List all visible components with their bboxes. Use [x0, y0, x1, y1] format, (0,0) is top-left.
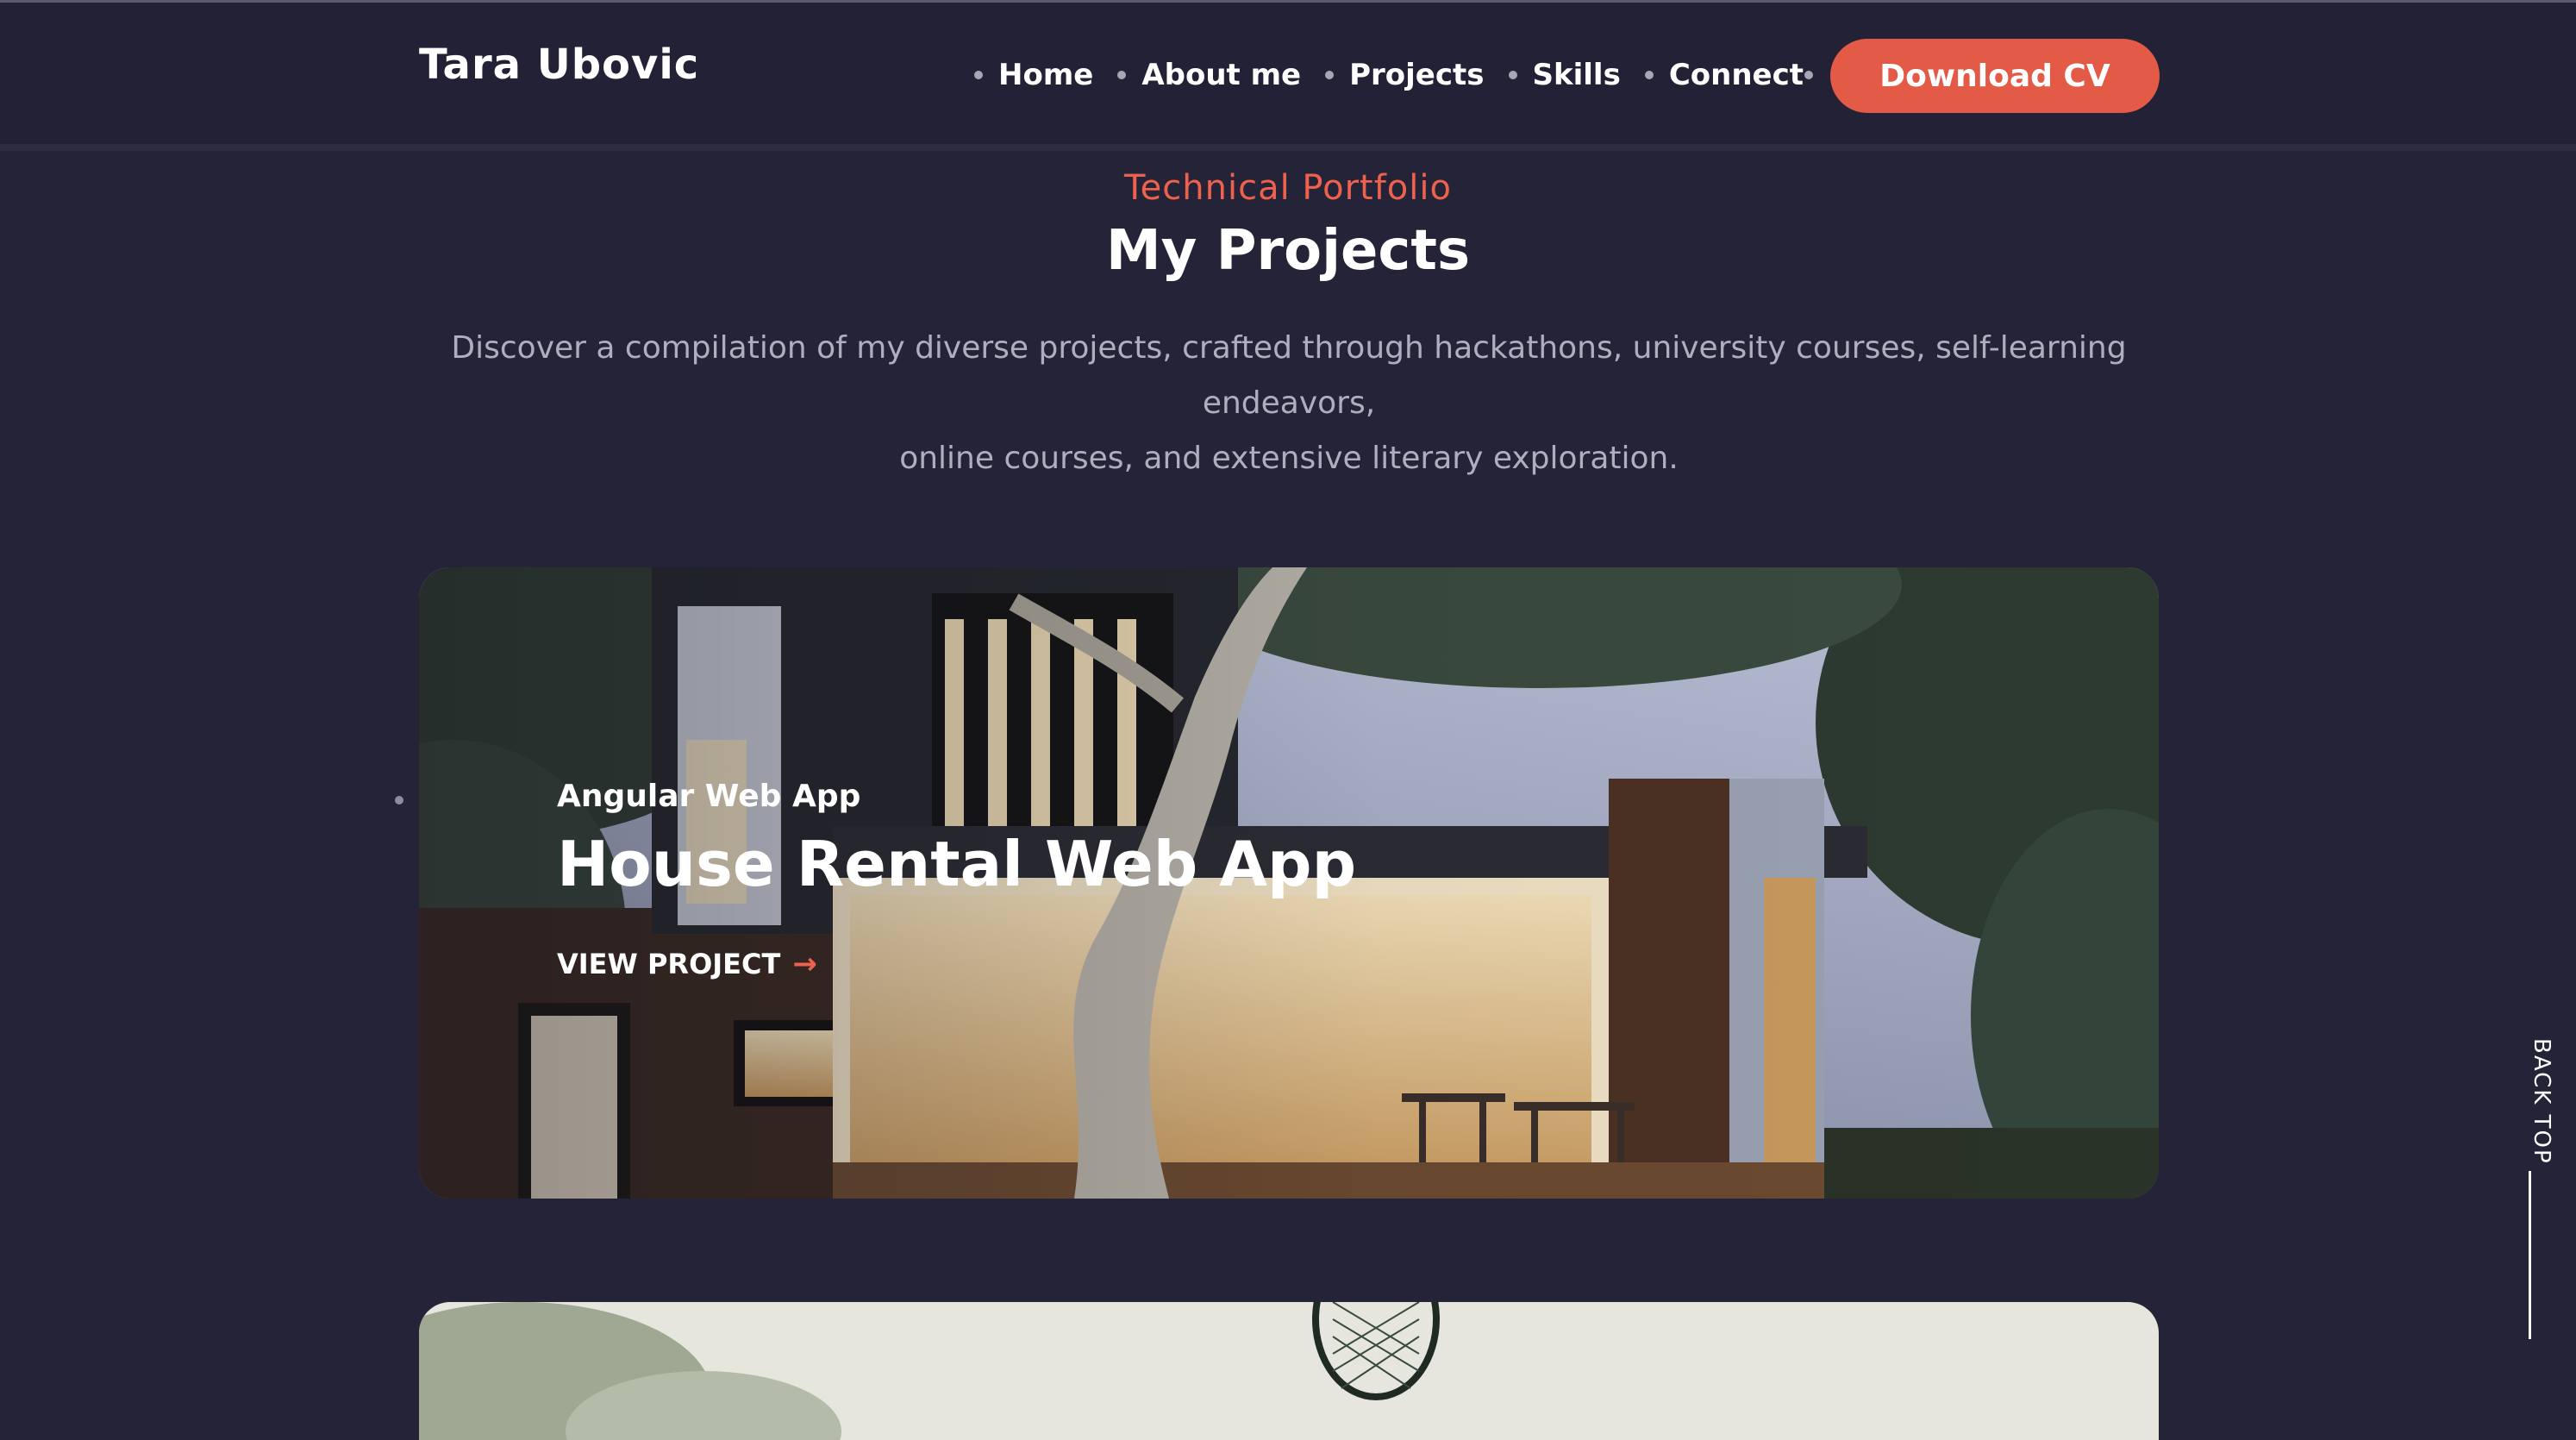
- nav-label: Skills: [1532, 58, 1621, 92]
- nav-item-skills[interactable]: Skills: [1508, 58, 1621, 92]
- nav-item-about[interactable]: About me: [1117, 58, 1301, 92]
- intro-line: online courses, and extensive literary e…: [899, 441, 1679, 476]
- project-category: Angular Web App: [557, 779, 861, 814]
- section-eyebrow: Technical Portfolio: [1124, 168, 1452, 208]
- bullet-icon: [1325, 71, 1335, 79]
- nav-label: Connect: [1668, 58, 1804, 92]
- project-title: House Rental Web App: [557, 828, 1357, 900]
- main-nav: Home About me Projects Skills Connect: [974, 53, 1828, 97]
- back-to-top-label: BACK TOP: [2529, 1038, 2554, 1165]
- bullet-icon: [1644, 71, 1654, 79]
- section-intro: Discover a compilation of my diverse pro…: [419, 321, 2159, 486]
- project-card[interactable]: [419, 1302, 2159, 1440]
- nav-item-home[interactable]: Home: [974, 58, 1093, 92]
- nav-item-connect[interactable]: Connect: [1644, 58, 1804, 92]
- view-project-link[interactable]: VIEW PROJECT →: [557, 947, 817, 981]
- carousel-dot[interactable]: [395, 796, 403, 805]
- nav-item-projects[interactable]: Projects: [1325, 58, 1485, 92]
- back-to-top-line: [2529, 1171, 2531, 1339]
- arrow-right-icon: →: [792, 947, 817, 981]
- tennis-racket-photo: [419, 1302, 2159, 1440]
- nav-label: About me: [1141, 58, 1302, 92]
- view-project-label: VIEW PROJECT: [557, 948, 781, 980]
- project-card[interactable]: Angular Web App House Rental Web App VIE…: [419, 567, 2159, 1199]
- bullet-icon: [1508, 71, 1517, 79]
- brand-logo[interactable]: Tara Ubovic: [419, 41, 699, 89]
- intro-line: Discover a compilation of my diverse pro…: [451, 330, 2127, 421]
- bullet-icon: [1117, 71, 1127, 79]
- nav-label: Projects: [1349, 58, 1485, 92]
- bullet-icon: [974, 71, 983, 79]
- page-title: My Projects: [1105, 219, 1471, 283]
- nav-label: Home: [998, 58, 1094, 92]
- download-cv-button[interactable]: Download CV: [1830, 39, 2160, 113]
- navbar: Tara Ubovic Home About me Projects Skill…: [0, 3, 2576, 151]
- bullet-icon: [1804, 71, 1813, 79]
